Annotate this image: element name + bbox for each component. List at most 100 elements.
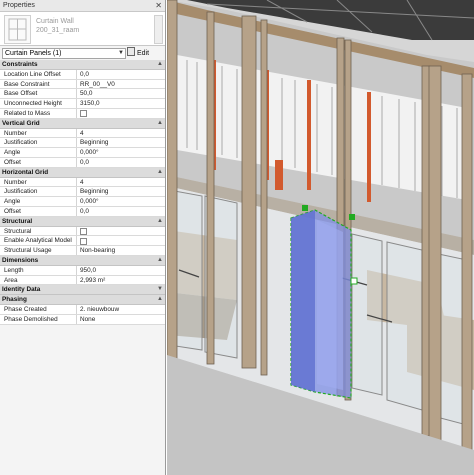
collapse-icon: ▲ [157, 256, 163, 263]
constraints-rows: Location Line Offset 0,0 Base Constraint R… [0, 69, 165, 119]
property-row[interactable]: Unconnected Height 3150,0 [0, 99, 165, 109]
structural-checkbox[interactable] [80, 228, 87, 236]
property-row[interactable]: Area 2,993 m² [0, 275, 165, 286]
instance-filter-dropdown[interactable]: Curtain Panels (1) ▼ [2, 48, 126, 59]
group-label: Structural [2, 217, 33, 225]
property-row[interactable]: Offset 0,0 [0, 157, 165, 168]
group-label: Horizontal Grid [2, 168, 49, 176]
property-label: Offset [0, 157, 77, 167]
building-model-view [167, 0, 474, 475]
property-row[interactable]: Length 950,0 [0, 265, 165, 276]
properties-palette: Properties ✕ Curtain Wall 200_31_raam Cu… [0, 0, 166, 475]
type-name: Curtain Wall 200_31_raam [36, 17, 79, 35]
property-row[interactable]: Angle 0,000° [0, 197, 165, 207]
property-value[interactable]: RR_00__V0 [77, 80, 165, 89]
properties-grid: Constraints ▲ Location Line Offset 0,0 Bas… [0, 60, 165, 325]
enable-analytical-model-checkbox[interactable] [80, 237, 87, 245]
group-label: Constraints [2, 61, 38, 68]
property-row[interactable]: Phase Created 2. nieuwbouw [0, 304, 165, 315]
property-value[interactable]: 0,000° [77, 148, 165, 157]
collapse-icon: ▲ [157, 168, 163, 175]
property-label: Base Offset [0, 89, 77, 99]
property-row[interactable]: Justification Beginning [0, 138, 165, 149]
property-value[interactable]: 4 [77, 129, 165, 138]
group-structural[interactable]: Structural ▲ [0, 216, 165, 227]
property-row[interactable]: Number 4 [0, 177, 165, 188]
close-icon[interactable]: ✕ [155, 0, 162, 11]
property-label: Number [0, 128, 77, 138]
property-row[interactable]: Structural Usage Non-bearing [0, 246, 165, 256]
property-label: Location Line Offset [0, 69, 77, 79]
property-label: Unconnected Height [0, 99, 77, 108]
group-phasing[interactable]: Phasing ▲ [0, 295, 165, 305]
property-row[interactable]: Base Offset 50,0 [0, 89, 165, 100]
property-label: Area [0, 275, 77, 285]
property-value[interactable]: 0,0 [77, 70, 165, 79]
property-label: Structural Usage [0, 246, 77, 255]
property-label: Phase Created [0, 304, 77, 314]
property-label: Related to Mass [0, 108, 77, 118]
property-row[interactable]: Phase Demolished None [0, 314, 165, 325]
property-value[interactable]: 4 [77, 178, 165, 187]
property-label: Structural [0, 226, 77, 236]
related-to-mass-checkbox[interactable] [80, 110, 87, 118]
group-label: Dimensions [2, 256, 39, 264]
type-selector-scrollbar[interactable] [154, 15, 163, 44]
property-label: Angle [0, 197, 77, 206]
collapse-icon: ▲ [157, 119, 163, 126]
property-value[interactable]: 0,0 [77, 207, 165, 216]
property-value[interactable]: 50,0 [77, 89, 165, 98]
group-label: Identity Data [2, 286, 41, 294]
group-vertical-grid[interactable]: Vertical Grid ▲ [0, 118, 165, 129]
property-value[interactable]: Non-bearing [77, 246, 165, 255]
property-label: Offset [0, 206, 77, 216]
chevron-down-icon: ▼ [118, 50, 124, 56]
type-type-label: 200_31_raam [36, 27, 80, 34]
property-label: Justification [0, 138, 77, 148]
palette-title: Properties [3, 2, 35, 9]
property-row[interactable]: Number 4 [0, 128, 165, 139]
property-label: Phase Demolished [0, 314, 77, 324]
property-value[interactable]: 2,993 m² [77, 276, 165, 285]
edit-type-icon [127, 47, 135, 56]
property-value[interactable]: 950,0 [77, 266, 165, 275]
instance-filter-row: Curtain Panels (1) ▼ Edit Type [0, 46, 165, 69]
property-label: Justification [0, 187, 77, 197]
property-row[interactable]: Enable Analytical Model [0, 236, 165, 247]
group-horizontal-grid[interactable]: Horizontal Grid ▲ [0, 167, 165, 178]
type-family-label: Curtain Wall [36, 18, 74, 25]
instance-filter-value: Curtain Panels (1) [5, 50, 62, 57]
property-label: Length [0, 265, 77, 275]
property-value[interactable]: 0,0 [77, 158, 165, 167]
property-row[interactable]: Structural [0, 226, 165, 237]
palette-title-bar: Properties ✕ [0, 0, 165, 12]
collapse-icon: ▲ [157, 296, 163, 303]
collapse-icon: ▲ [157, 61, 163, 67]
group-dimensions[interactable]: Dimensions ▲ [0, 255, 165, 266]
3d-view-canvas[interactable] [167, 0, 474, 475]
property-label: Enable Analytical Model [0, 236, 77, 246]
property-label: Base Constraint [0, 79, 77, 89]
selected-curtain-panel[interactable] [290, 205, 358, 399]
property-value[interactable]: Beginning [77, 138, 165, 147]
property-row[interactable]: Offset 0,0 [0, 206, 165, 217]
group-constraints[interactable]: Constraints ▲ [0, 60, 165, 70]
property-row[interactable]: Justification Beginning [0, 187, 165, 198]
property-label: Angle [0, 148, 77, 157]
group-identity-data[interactable]: Identity Data ▼ [0, 285, 165, 296]
type-thumbnail [4, 15, 31, 44]
property-value[interactable]: 0,000° [77, 197, 165, 206]
property-label: Number [0, 177, 77, 187]
property-row[interactable]: Location Line Offset 0,0 [0, 69, 165, 80]
property-row[interactable]: Base Constraint RR_00__V0 [0, 79, 165, 90]
property-value[interactable]: Beginning [77, 187, 165, 196]
property-value[interactable]: 2. nieuwbouw [77, 305, 165, 314]
group-label: Vertical Grid [2, 119, 40, 127]
property-value[interactable]: None [77, 315, 165, 324]
property-row[interactable]: Related to Mass [0, 108, 165, 119]
type-selector[interactable]: Curtain Wall 200_31_raam [0, 12, 165, 46]
group-label: Phasing [2, 296, 27, 304]
expand-icon: ▼ [157, 286, 163, 293]
property-row[interactable]: Angle 0,000° [0, 148, 165, 158]
property-value[interactable]: 3150,0 [77, 99, 165, 108]
